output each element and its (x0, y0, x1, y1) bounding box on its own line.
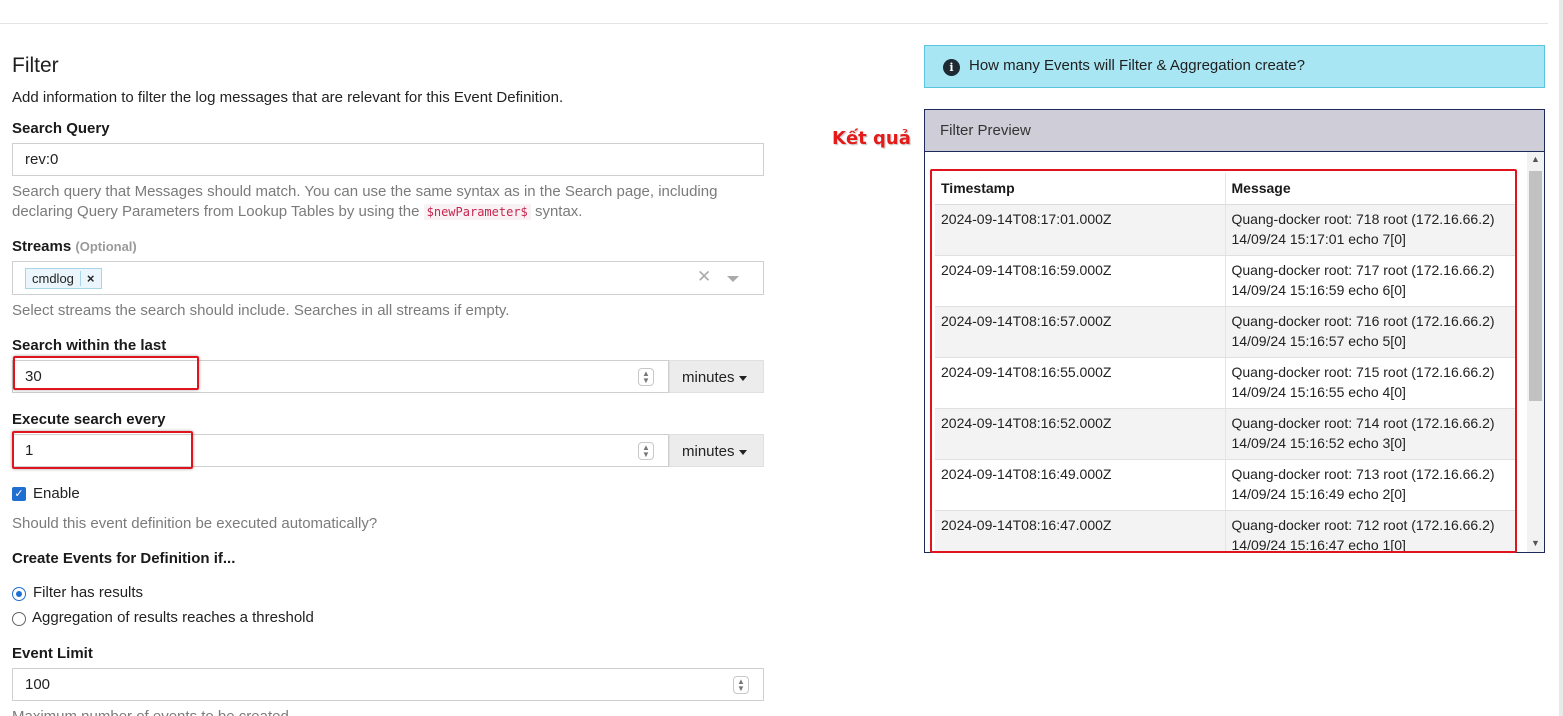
filter-description: Add information to filter the log messag… (12, 89, 564, 106)
search-within-label: Search within the last (12, 337, 167, 354)
search-within-stepper[interactable]: ▲ ▼ (638, 368, 654, 386)
radio-filter-has-results[interactable] (12, 587, 26, 601)
execute-every-unit: minutes (682, 443, 735, 460)
scrollbar-thumb[interactable] (1529, 171, 1542, 401)
caret-down-icon (738, 375, 747, 381)
streams-help: Select streams the search should include… (12, 302, 510, 319)
event-limit-input[interactable]: 100 ▲ ▼ (12, 668, 764, 701)
top-divider (0, 23, 1548, 24)
filter-preview-title: Filter Preview (925, 110, 1544, 152)
parameter-syntax-code: $newParameter$ (423, 204, 531, 220)
stream-tag-label: cmdlog (32, 271, 74, 286)
event-limit-help: Maximum number of events to be created. (12, 707, 293, 716)
streams-optional-hint: (Optional) (75, 239, 137, 254)
info-banner[interactable]: i How many Events will Filter & Aggregat… (924, 45, 1545, 88)
scroll-up-icon[interactable]: ▲ (1531, 154, 1540, 164)
highlight-execute-every (12, 431, 193, 469)
search-query-input[interactable]: rev:0 (12, 143, 764, 176)
event-limit-label: Event Limit (12, 645, 93, 662)
enable-checkbox[interactable]: ✓ (12, 487, 26, 501)
radio-aggregation-threshold[interactable] (12, 612, 26, 626)
highlight-search-within (13, 356, 199, 390)
enable-label: Enable (33, 485, 80, 502)
search-within-unit: minutes (682, 369, 735, 386)
scroll-down-icon[interactable]: ▼ (1531, 538, 1540, 548)
search-within-unit-dropdown[interactable]: minutes (669, 360, 764, 393)
page-scrollbar[interactable] (1559, 0, 1563, 716)
option-aggregation-threshold: Aggregation of results reaches a thresho… (32, 609, 314, 626)
execute-every-stepper[interactable]: ▲ ▼ (638, 442, 654, 460)
chevron-down-icon[interactable] (727, 276, 739, 282)
search-query-help: Search query that Messages should match.… (12, 182, 732, 222)
search-query-help-text: Search query that Messages should match.… (12, 183, 718, 220)
streams-label: Streams (Optional) (12, 238, 137, 255)
event-limit-value: 100 (25, 676, 51, 693)
caret-down-icon (738, 449, 747, 455)
event-limit-stepper[interactable]: ▲ ▼ (733, 676, 749, 694)
search-query-help-suffix: syntax. (534, 203, 583, 220)
search-query-label: Search Query (12, 120, 110, 137)
filter-title: Filter (12, 54, 59, 77)
annotation-ket-qua: Kết quả (832, 128, 911, 149)
streams-label-text: Streams (12, 238, 72, 255)
streams-select[interactable]: cmdlog × ✕ (12, 261, 764, 295)
execute-every-unit-dropdown[interactable]: minutes (669, 434, 764, 467)
clear-streams-icon[interactable]: ✕ (697, 267, 711, 287)
search-query-value: rev:0 (25, 151, 59, 168)
info-banner-text: How many Events will Filter & Aggregatio… (969, 57, 1305, 74)
option-filter-has-results: Filter has results (33, 584, 144, 601)
enable-help: Should this event definition be executed… (12, 515, 378, 532)
highlight-results (930, 169, 1517, 553)
create-events-label: Create Events for Definition if... (12, 550, 236, 567)
remove-stream-icon[interactable]: × (79, 271, 95, 286)
execute-every-label: Execute search every (12, 411, 166, 428)
preview-scrollbar[interactable]: ▲ ▼ (1527, 152, 1544, 552)
info-icon: i (943, 59, 960, 76)
stream-tag-cmdlog: cmdlog × (25, 268, 102, 289)
